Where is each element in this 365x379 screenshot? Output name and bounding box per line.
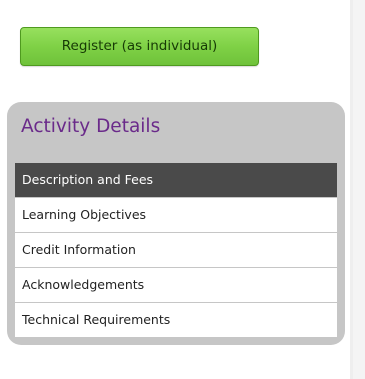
panel-title: Activity Details — [21, 116, 161, 137]
content-area — [353, 0, 365, 379]
activity-menu: Description and Fees Learning Objectives… — [15, 163, 337, 338]
menu-item-credit-information[interactable]: Credit Information — [15, 233, 337, 267]
menu-item-technical-requirements[interactable]: Technical Requirements — [15, 303, 337, 337]
menu-item-acknowledgements[interactable]: Acknowledgements — [15, 268, 337, 302]
activity-details-panel: Activity Details Description and Fees Le… — [7, 102, 345, 345]
register-individual-button[interactable]: Register (as individual) — [20, 27, 259, 66]
menu-item-learning-objectives[interactable]: Learning Objectives — [15, 198, 337, 232]
left-column: Register (as individual) Activity Detail… — [0, 0, 350, 379]
menu-item-description-and-fees[interactable]: Description and Fees — [15, 163, 337, 197]
